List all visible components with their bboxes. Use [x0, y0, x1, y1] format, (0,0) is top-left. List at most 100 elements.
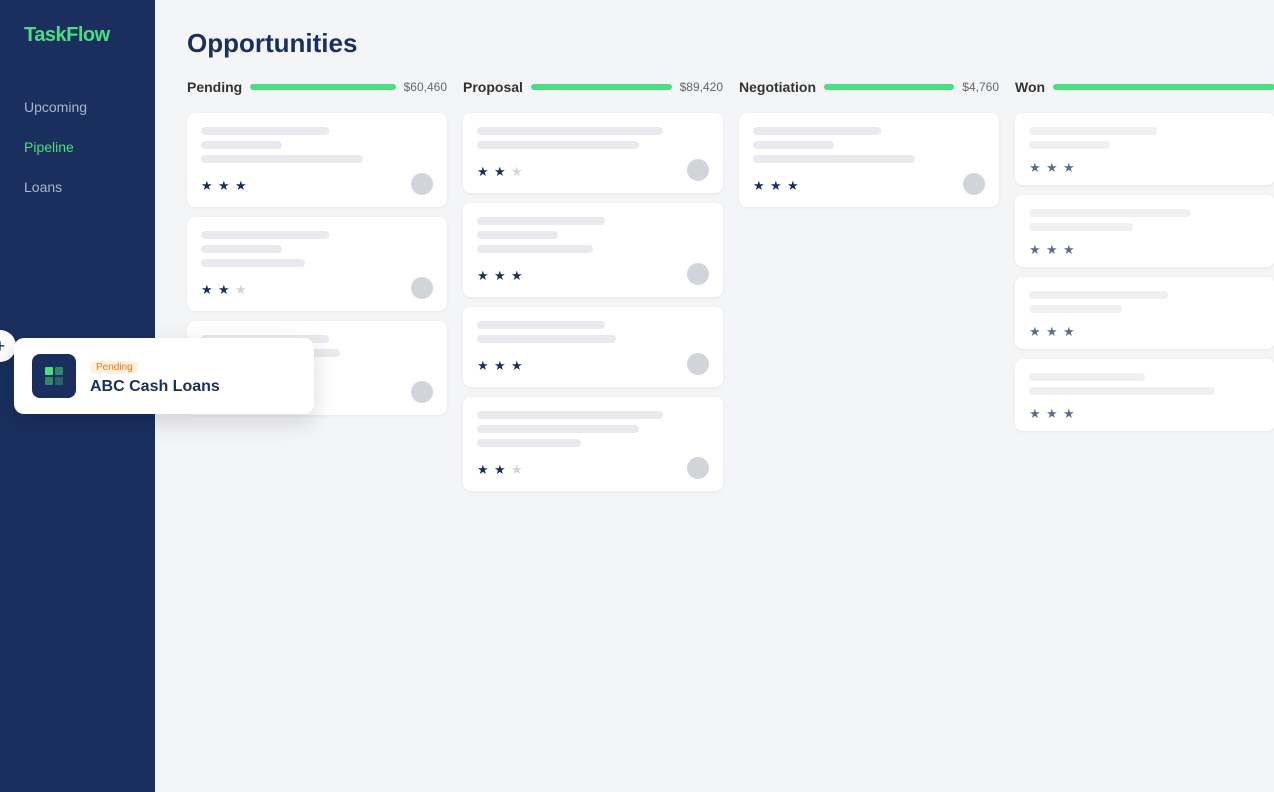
card-lines [201, 231, 433, 267]
card[interactable] [463, 113, 723, 193]
card-line [477, 231, 558, 239]
star [201, 281, 215, 295]
card-line [477, 425, 639, 433]
card-line [201, 155, 363, 163]
card-footer [201, 173, 433, 195]
sidebar-item-upcoming[interactable]: Upcoming [0, 87, 155, 127]
pending-amount: $60,460 [404, 80, 447, 94]
star [218, 281, 232, 295]
star [1046, 323, 1060, 337]
column-title-won: Won [1015, 79, 1045, 95]
card[interactable] [1015, 195, 1274, 267]
drag-card[interactable]: Pending ABC Cash Loans [14, 338, 314, 414]
star [1063, 323, 1077, 337]
card-line [1029, 223, 1133, 231]
card[interactable] [1015, 113, 1274, 185]
star [235, 177, 249, 191]
star [787, 177, 801, 191]
sidebar-nav: Upcoming Pipeline Loans [0, 87, 155, 207]
star [770, 177, 784, 191]
negotiation-amount: $4,760 [962, 80, 999, 94]
card-line [477, 439, 581, 447]
star-rating [1029, 405, 1077, 419]
card[interactable] [1015, 277, 1274, 349]
star [1046, 241, 1060, 255]
star [511, 267, 525, 281]
card-footer [477, 457, 709, 479]
star [1046, 159, 1060, 173]
pending-bar [250, 84, 395, 90]
card-line [1029, 209, 1191, 217]
column-header-proposal: Proposal $89,420 [463, 79, 723, 103]
card[interactable] [187, 113, 447, 207]
avatar [411, 277, 433, 299]
card-line [477, 217, 605, 225]
card-lines [1029, 209, 1261, 231]
card-footer [477, 263, 709, 285]
card-footer [1029, 405, 1261, 419]
avatar [687, 159, 709, 181]
star [1029, 405, 1043, 419]
avatar [411, 173, 433, 195]
card-lines [477, 127, 709, 149]
star [511, 163, 525, 177]
star-rating [477, 163, 525, 177]
card-line [1029, 141, 1110, 149]
sidebar-item-pipeline[interactable]: Pipeline [0, 127, 155, 167]
card-lines [201, 127, 433, 163]
card-lines [477, 411, 709, 447]
card-line [1029, 387, 1215, 395]
drag-card-content: Pending ABC Cash Loans [90, 357, 296, 396]
card[interactable] [463, 203, 723, 297]
main-header: Opportunities [155, 0, 1274, 79]
star [511, 461, 525, 475]
card-footer [477, 159, 709, 181]
card-line [1029, 127, 1157, 135]
card-footer [1029, 241, 1261, 255]
sidebar: TaskFlow Upcoming Pipeline Loans + Pendi… [0, 0, 155, 792]
card-line [753, 127, 881, 135]
star-rating [1029, 241, 1077, 255]
logo-text: TaskFlow [24, 24, 110, 46]
star-rating [477, 267, 525, 281]
app-logo: TaskFlow [0, 0, 155, 87]
won-bar [1053, 84, 1274, 90]
card-footer [201, 277, 433, 299]
card[interactable] [463, 397, 723, 491]
column-header-won: Won [1015, 79, 1274, 103]
card-line [477, 127, 663, 135]
card-line [201, 259, 305, 267]
star [1029, 159, 1043, 173]
card-footer [1029, 323, 1261, 337]
column-title-pending: Pending [187, 79, 242, 95]
drag-card-title: ABC Cash Loans [90, 378, 296, 396]
star [511, 357, 525, 371]
card-line [1029, 305, 1122, 313]
card-line [201, 245, 282, 253]
card-line [201, 231, 329, 239]
card-lines [1029, 127, 1261, 149]
star [1063, 405, 1077, 419]
star-rating [477, 461, 525, 475]
star [477, 163, 491, 177]
card[interactable] [463, 307, 723, 387]
card-line [477, 141, 639, 149]
column-won: Won [1015, 79, 1274, 431]
card-line [201, 127, 329, 135]
star-rating [201, 281, 249, 295]
page-title: Opportunities [187, 28, 1242, 59]
star [1063, 241, 1077, 255]
star [494, 357, 508, 371]
card[interactable] [739, 113, 999, 207]
card-line [753, 141, 834, 149]
card[interactable] [187, 217, 447, 311]
card-lines [477, 217, 709, 253]
star [494, 163, 508, 177]
star-rating [753, 177, 801, 191]
star [477, 461, 491, 475]
sidebar-item-loans[interactable]: Loans [0, 167, 155, 207]
card-line [477, 245, 593, 253]
star [494, 461, 508, 475]
card-line [1029, 291, 1168, 299]
card[interactable] [1015, 359, 1274, 431]
